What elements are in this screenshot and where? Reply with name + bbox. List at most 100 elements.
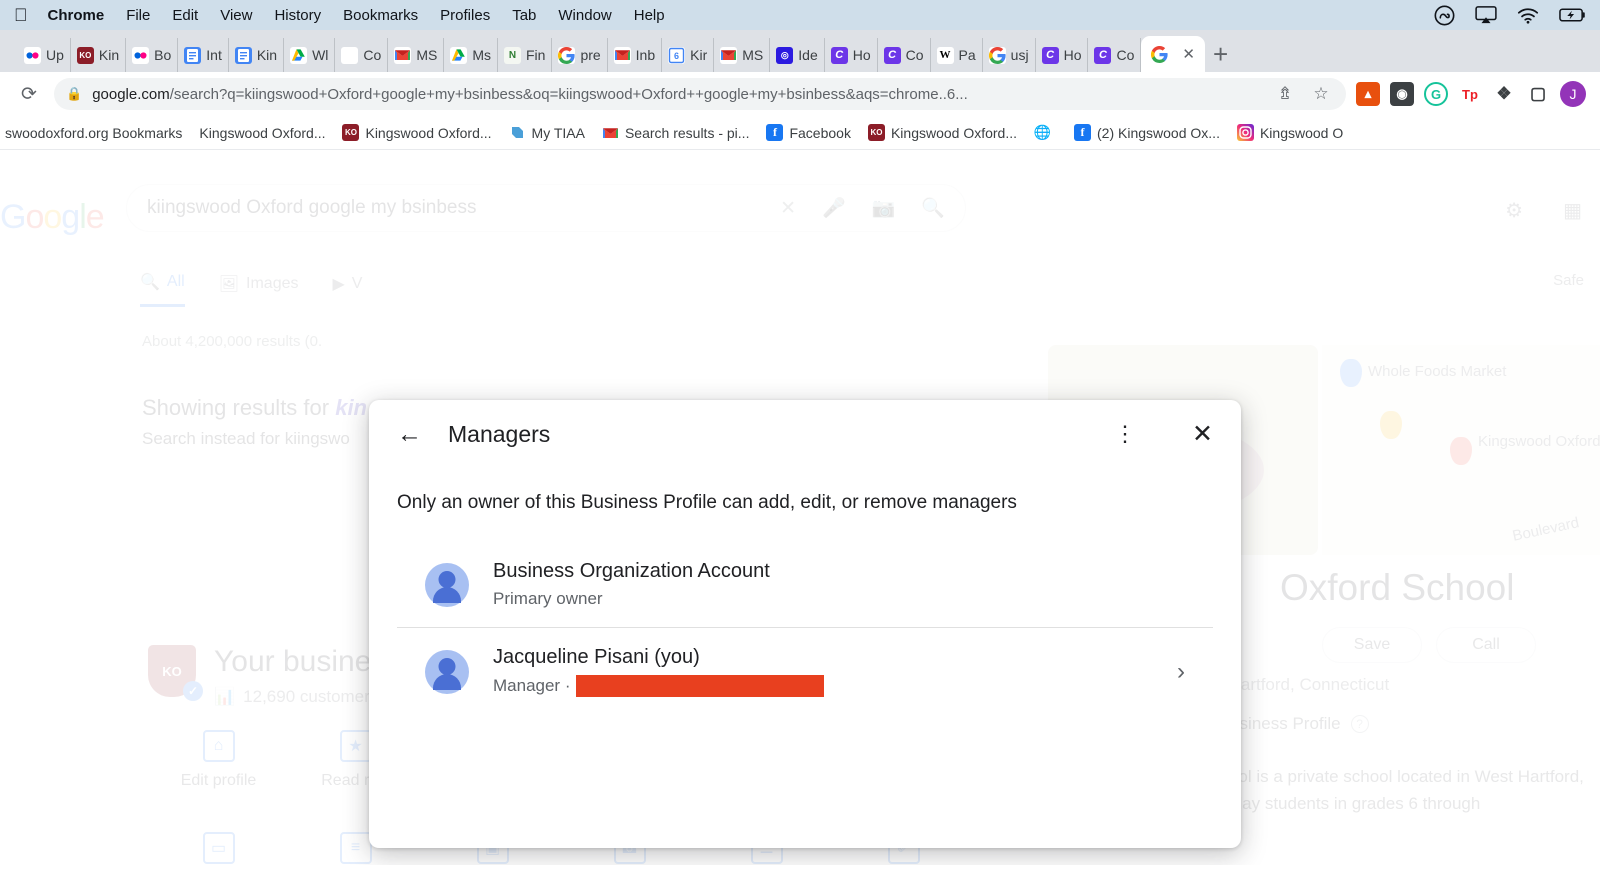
- browser-tab[interactable]: Wl: [284, 38, 336, 72]
- microphone-icon[interactable]: 🎤: [822, 196, 846, 220]
- tab-videos-label: V: [351, 274, 363, 292]
- browser-tab[interactable]: C Co: [1088, 38, 1142, 72]
- close-icon[interactable]: ✕: [780, 197, 796, 220]
- chevron-right-icon[interactable]: ›: [1177, 658, 1185, 686]
- menubar-status-icons: [1434, 5, 1586, 26]
- help-icon[interactable]: ?: [1350, 715, 1369, 733]
- bookmark-label: Kingswood Oxford...: [365, 124, 492, 141]
- browser-tab-label: Inb: [635, 47, 656, 63]
- flickr-icon: [132, 46, 150, 64]
- browser-tab[interactable]: Up: [18, 38, 71, 72]
- manager-row-self[interactable]: Jacqueline Pisani (you) Manager · ›: [397, 628, 1213, 715]
- apple-icon[interactable]: : [14, 6, 28, 24]
- analytics-extension-icon[interactable]: ▴: [1356, 82, 1380, 106]
- browser-tab[interactable]: C Ho: [1036, 38, 1089, 72]
- more-vertical-icon[interactable]: ⋮: [1114, 423, 1136, 445]
- search-instead-for[interactable]: Search instead for kiingswo: [142, 429, 350, 449]
- browser-tab-active[interactable]: ✕: [1141, 36, 1205, 72]
- bookmark-item[interactable]: swoodoxford.org Bookmarks: [0, 125, 187, 141]
- browser-tab[interactable]: 6 Kir: [662, 38, 715, 72]
- tab-all[interactable]: 🔍 All: [140, 272, 185, 307]
- manager-row-owner[interactable]: Business Organization Account Primary ow…: [397, 542, 1213, 628]
- bookmark-item[interactable]: 🌐: [1029, 124, 1062, 141]
- save-button[interactable]: Save: [1322, 627, 1422, 663]
- browser-tab[interactable]: ◎ Ide: [770, 38, 825, 72]
- bookmark-item[interactable]: f (2) Kingswood Ox...: [1069, 124, 1225, 141]
- menu-item-history[interactable]: History: [274, 7, 321, 24]
- browser-tab[interactable]: W Pa: [931, 38, 983, 72]
- browser-tab[interactable]: C Co: [878, 38, 931, 72]
- battery-charging-icon[interactable]: [1559, 7, 1586, 23]
- menu-item-file[interactable]: File: [126, 7, 150, 24]
- address-bar[interactable]: 🔒 google.com/search?q=kiingswood+Oxford+…: [54, 78, 1346, 110]
- google-icon: [1151, 45, 1169, 63]
- menu-item-help[interactable]: Help: [634, 7, 665, 24]
- share-icon[interactable]: ⇯: [1272, 84, 1298, 104]
- browser-tab-label: Kin: [256, 47, 278, 63]
- menu-item-profiles[interactable]: Profiles: [440, 7, 490, 24]
- profile-avatar[interactable]: J: [1560, 81, 1586, 107]
- close-icon[interactable]: ✕: [1182, 45, 1195, 63]
- wifi-icon[interactable]: [1517, 7, 1539, 24]
- map-thumbnail[interactable]: Whole Foods Market Kingswood Oxford Scho…: [1322, 345, 1600, 555]
- browser-tab[interactable]: pre: [552, 38, 608, 72]
- bookmark-item[interactable]: KO Kingswood Oxford...: [337, 124, 496, 141]
- airplay-icon[interactable]: [1475, 6, 1497, 24]
- browser-tab-label: Ide: [798, 47, 818, 63]
- menu-item-tab[interactable]: Tab: [512, 7, 536, 24]
- menu-item-edit[interactable]: Edit: [172, 7, 198, 24]
- browser-tab[interactable]: Kin: [229, 38, 285, 72]
- grammarly-extension-icon[interactable]: G: [1424, 82, 1448, 106]
- map-pin-kingswood: [1450, 437, 1472, 465]
- business-action-edit-profile[interactable]: ⌂ Edit profile: [150, 730, 287, 790]
- manager-name: Jacqueline Pisani (you): [493, 646, 700, 668]
- search-input[interactable]: kiingswood Oxford google my bsinbess ✕ 🎤…: [126, 184, 966, 232]
- gear-icon[interactable]: ⚙: [1505, 198, 1523, 223]
- browser-tab[interactable]: MS: [388, 38, 445, 72]
- map-pin-whole-foods: [1340, 359, 1362, 387]
- google-logo[interactable]: Google: [0, 198, 105, 237]
- creative-cloud-icon[interactable]: [1434, 5, 1455, 26]
- new-tab-button[interactable]: +: [1213, 39, 1228, 72]
- menu-item-chrome[interactable]: Chrome: [48, 7, 105, 24]
- bookmark-item[interactable]: f Facebook: [761, 124, 855, 141]
- side-panel-icon[interactable]: ▢: [1526, 82, 1550, 106]
- result-count: About 4,200,000 results (0.: [142, 333, 323, 350]
- call-button[interactable]: Call: [1436, 627, 1536, 663]
- browser-tab[interactable]: C Ho: [825, 38, 878, 72]
- bookmark-item[interactable]: Search results - pi...: [597, 124, 755, 141]
- tab-images[interactable]: 🖼 Images: [219, 272, 299, 307]
- browser-tab[interactable]: usj: [983, 38, 1036, 72]
- close-icon[interactable]: ✕: [1192, 421, 1213, 447]
- star-icon[interactable]: ☆: [1308, 84, 1334, 104]
- safesearch-label[interactable]: Safe: [1553, 272, 1584, 289]
- search-icon[interactable]: 🔍: [921, 196, 945, 220]
- browser-tab[interactable]: Ms: [444, 38, 498, 72]
- menu-item-bookmarks[interactable]: Bookmarks: [343, 7, 418, 24]
- puzzle-extensions-icon[interactable]: ❖: [1492, 82, 1516, 106]
- tab-videos[interactable]: ▶ V: [332, 272, 362, 307]
- browser-tab[interactable]: Int: [178, 38, 229, 72]
- browser-tab[interactable]: KO Kin: [71, 38, 127, 72]
- menu-item-view[interactable]: View: [220, 7, 252, 24]
- apps-grid-icon[interactable]: ▦: [1563, 198, 1582, 223]
- reload-icon[interactable]: ⟳: [14, 83, 44, 106]
- teacherspayteachers-extension-icon[interactable]: Tp: [1458, 82, 1482, 106]
- browser-tab[interactable]: Bo: [126, 38, 179, 72]
- dialog-header: ← Managers ⋮ ✕: [369, 400, 1241, 468]
- manager-role-text: Primary owner: [493, 589, 603, 608]
- camera-icon[interactable]: 📷: [872, 196, 896, 220]
- back-arrow-icon[interactable]: ←: [397, 421, 422, 447]
- browser-tab[interactable]: N Fin: [498, 38, 553, 72]
- browser-tab[interactable]: Inb: [608, 38, 663, 72]
- loom-extension-icon[interactable]: ◉: [1390, 82, 1414, 106]
- showing-term[interactable]: kin: [335, 395, 367, 420]
- bookmark-item[interactable]: KO Kingswood Oxford...: [863, 124, 1022, 141]
- browser-tab[interactable]: MS: [714, 38, 771, 72]
- business-action-edit-products[interactable]: ▭Edit products: [150, 832, 287, 865]
- bookmark-item[interactable]: Kingswood Oxford...: [194, 125, 330, 141]
- bookmark-item[interactable]: My TIAA: [504, 124, 590, 141]
- bookmark-item[interactable]: Kingswood O: [1232, 124, 1348, 141]
- menu-item-window[interactable]: Window: [558, 7, 611, 24]
- browser-tab[interactable]: Co: [335, 38, 389, 72]
